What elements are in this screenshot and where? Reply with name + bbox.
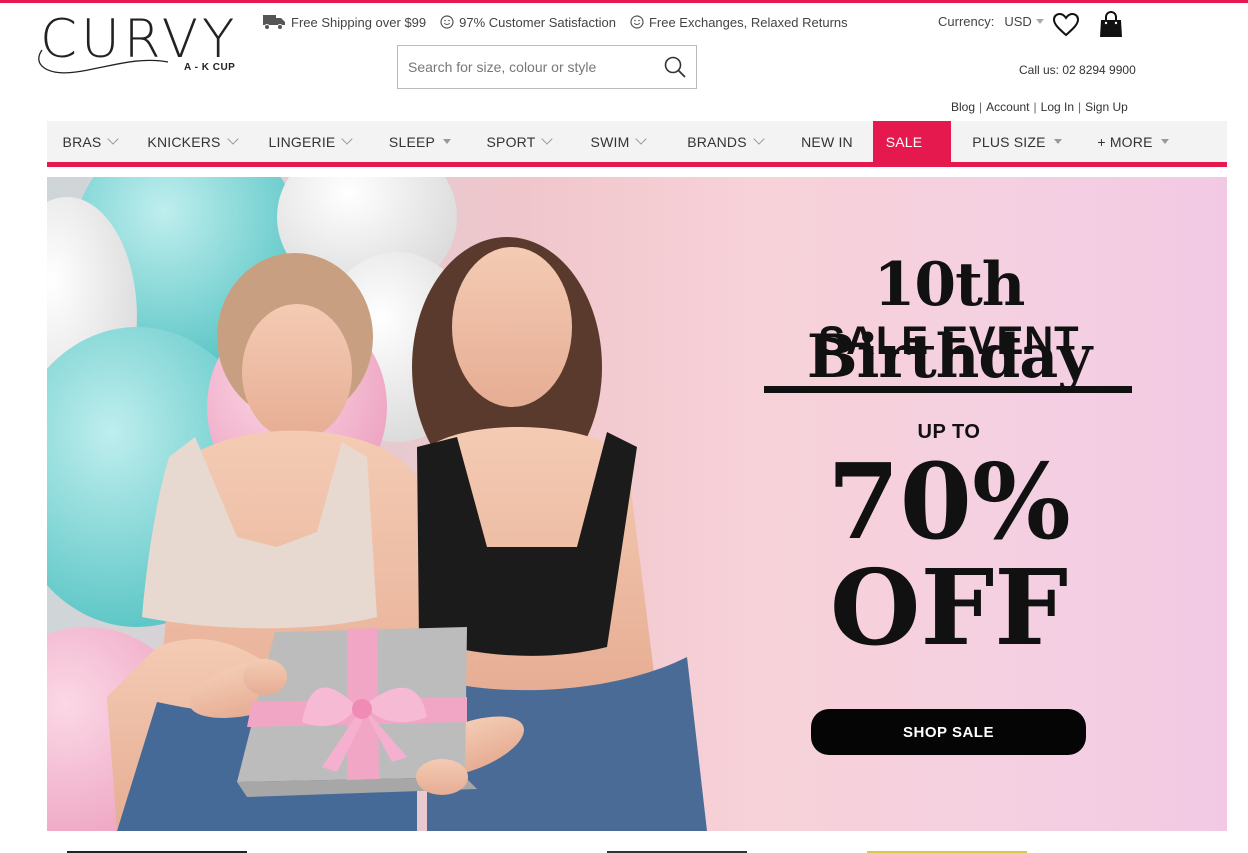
nav-item-brands[interactable]: BRANDS: [669, 121, 781, 162]
hero-subtitle: SALE EVENT: [818, 319, 1080, 363]
chevron-down-icon: [107, 133, 120, 145]
link-separator: |: [1033, 100, 1037, 114]
nav-item-sport[interactable]: SPORT: [471, 121, 567, 162]
nav-item-plus-size[interactable]: PLUS SIZE: [951, 121, 1083, 162]
link-separator: |: [1078, 100, 1082, 114]
hero-banner[interactable]: 10th Birthday SALE EVENT UP TO 70% OFF S…: [47, 177, 1227, 831]
chevron-down-icon: [541, 133, 554, 145]
main-nav: BRAS KNICKERS LINGERIE SLEEP SPORT SWIM …: [47, 121, 1227, 162]
nav-item-swim[interactable]: SWIM: [567, 121, 669, 162]
nav-label: + MORE: [1097, 133, 1153, 150]
chevron-down-icon: [635, 133, 648, 145]
search-icon: [664, 56, 686, 78]
hero-percent: 70%: [827, 440, 1071, 563]
nav-item-sleep[interactable]: SLEEP: [369, 121, 471, 162]
nav-item-knickers[interactable]: KNICKERS: [133, 121, 251, 162]
shop-sale-button[interactable]: SHOP SALE: [811, 709, 1086, 755]
nav-label: SWIM: [590, 133, 630, 150]
nav-label: PLUS SIZE: [972, 133, 1046, 150]
call-us-text: Call us: 02 8294 9900: [1019, 63, 1136, 77]
shopping-bag-icon[interactable]: [1099, 11, 1123, 39]
top-accent-line: [0, 0, 1248, 3]
account-link[interactable]: Account: [986, 100, 1029, 114]
usp-returns: Free Exchanges, Relaxed Returns: [630, 13, 848, 31]
smiley-icon: [630, 15, 644, 29]
site-logo[interactable]: CURVY A - K CUP: [36, 12, 248, 84]
login-link[interactable]: Log In: [1041, 100, 1074, 114]
usp-label: Free Shipping over $99: [291, 14, 427, 30]
chevron-down-icon: [753, 133, 765, 145]
blog-link[interactable]: Blog: [951, 100, 975, 114]
hero-off: OFF: [829, 546, 1069, 669]
currency-dropdown[interactable]: USD: [1004, 14, 1044, 29]
nav-label: BRAS: [62, 133, 102, 150]
search-button[interactable]: [656, 47, 694, 87]
smiley-icon: [440, 15, 454, 29]
account-links: Blog | Account | Log In | Sign Up: [951, 100, 1128, 114]
usp-shipping: Free Shipping over $99: [262, 13, 426, 31]
nav-item-lingerie[interactable]: LINGERIE: [251, 121, 369, 162]
caret-down-icon: [1160, 139, 1169, 144]
link-separator: |: [979, 100, 983, 114]
wishlist-heart-icon[interactable]: [1052, 12, 1080, 38]
currency-selector: Currency: USD: [938, 14, 1044, 29]
currency-label: Currency:: [938, 14, 995, 29]
nav-label: SLEEP: [388, 133, 436, 150]
chevron-down-icon: [341, 133, 354, 145]
hero-divider: [764, 386, 1132, 393]
nav-accent-bar: [47, 162, 1227, 167]
search-box: [397, 45, 697, 89]
caret-down-icon: [1053, 139, 1062, 144]
nav-label: LINGERIE: [268, 133, 336, 150]
usp-label: 97% Customer Satisfaction: [459, 14, 616, 30]
caret-down-icon: [930, 139, 939, 144]
currency-value: USD: [1004, 14, 1032, 29]
nav-label: SALE: [885, 133, 923, 150]
caret-down-icon: [1035, 19, 1044, 24]
search-input[interactable]: [398, 47, 656, 87]
nav-item-sale[interactable]: SALE: [873, 121, 951, 162]
next-section-peek: [67, 851, 1027, 853]
truck-icon: [263, 15, 285, 30]
nav-label: SPORT: [486, 133, 536, 150]
nav-label: BRANDS: [687, 133, 747, 150]
nav-item-more[interactable]: + MORE: [1083, 121, 1183, 162]
nav-item-new-in[interactable]: NEW IN: [781, 121, 873, 162]
logo-tagline: A - K CUP: [184, 62, 236, 73]
nav-item-bras[interactable]: BRAS: [47, 121, 133, 162]
nav-label: NEW IN: [801, 133, 853, 150]
caret-down-icon: [443, 139, 452, 144]
signup-link[interactable]: Sign Up: [1085, 100, 1128, 114]
nav-label: KNICKERS: [147, 133, 221, 150]
usp-bar: Free Shipping over $99 97% Customer Sati…: [262, 13, 848, 31]
usp-satisfaction: 97% Customer Satisfaction: [440, 13, 616, 31]
chevron-down-icon: [226, 133, 239, 145]
usp-label: Free Exchanges, Relaxed Returns: [648, 14, 848, 30]
logo-swoosh-icon: [38, 49, 169, 74]
